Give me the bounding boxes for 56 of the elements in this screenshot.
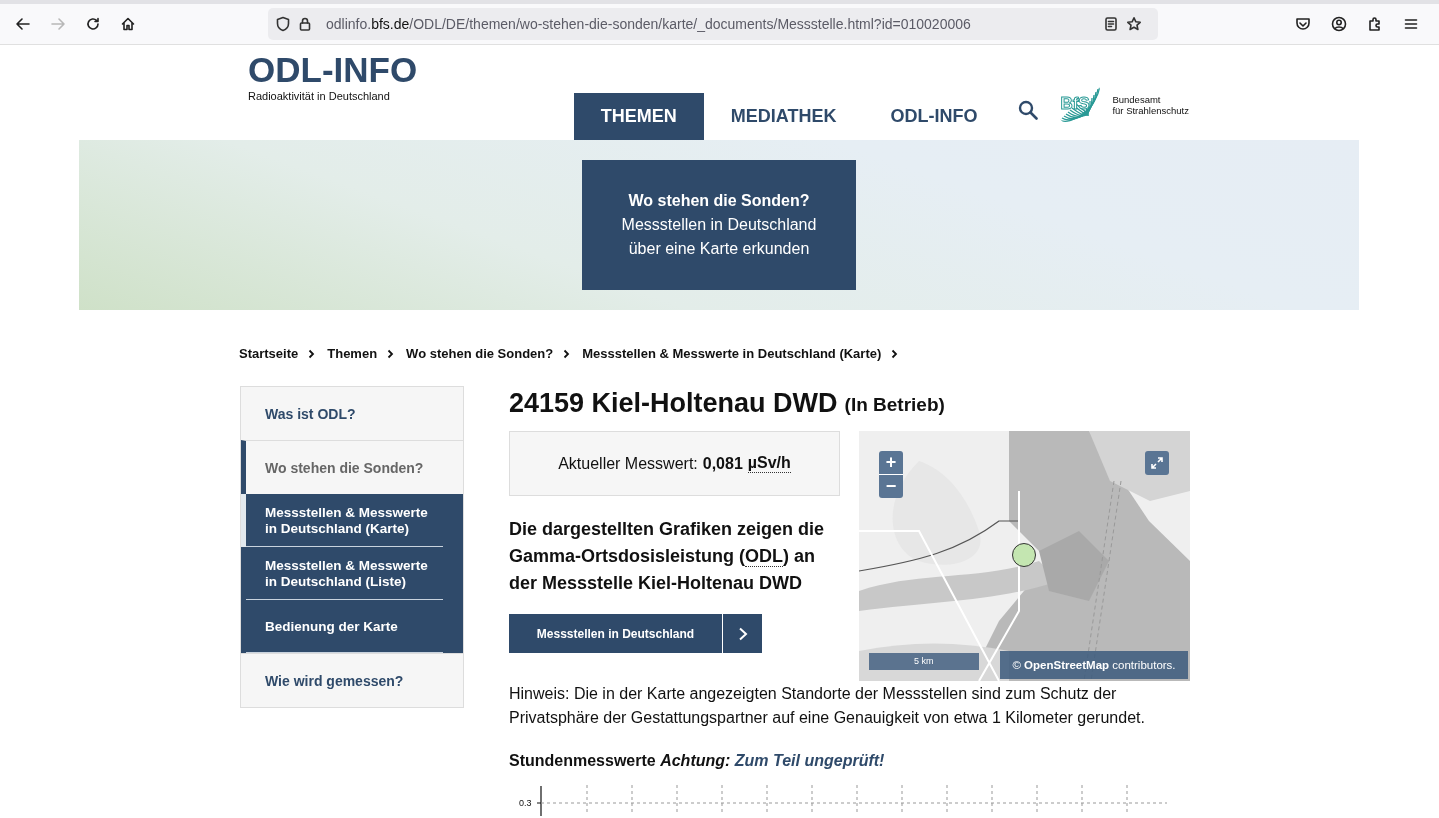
chevron-icon bbox=[563, 348, 571, 359]
nav-tab[interactable]: ODL-INFO bbox=[863, 93, 1005, 140]
back-icon[interactable] bbox=[15, 16, 31, 32]
sidebar-subitem[interactable]: Messstellen & Messwerte in Deutschland (Karte) bbox=[241, 494, 463, 547]
zoom-out-button[interactable]: − bbox=[879, 475, 903, 498]
reload-icon[interactable] bbox=[85, 16, 101, 32]
chevron-icon bbox=[387, 348, 395, 359]
pocket-icon[interactable] bbox=[1295, 16, 1311, 32]
measurement-label: Aktueller Messwert: bbox=[558, 454, 698, 473]
chevron-icon bbox=[308, 348, 316, 359]
sidebar-item[interactable]: Wie wird gemessen? bbox=[241, 653, 463, 707]
breadcrumb-link[interactable]: Themen bbox=[327, 346, 378, 361]
axis-tick-label: 0.3 bbox=[519, 798, 533, 808]
station-status: (In Betrieb) bbox=[844, 393, 945, 417]
lock-icon bbox=[298, 16, 312, 32]
site-logo-title[interactable]: ODL-INFO bbox=[248, 53, 418, 87]
search-icon[interactable] bbox=[1018, 100, 1039, 120]
expand-icon bbox=[1151, 457, 1163, 469]
attribution-link[interactable]: OpenStreetMap bbox=[1024, 659, 1110, 671]
url-text: odlinfo.bfs.de/ODL/DE/themen/wo-stehen-die-sonden/karte/_documents/Messstelle.html?id=010020006 bbox=[326, 16, 971, 32]
chevron-icon bbox=[737, 626, 748, 641]
overview-button[interactable]: Messstellen in Deutschland bbox=[509, 614, 762, 653]
partner-logo-text: Bundesamt für Strahlenschutz bbox=[1112, 93, 1189, 116]
chart-heading: Stundenmesswerte Achtung: Zum Teil ungeprüft! bbox=[509, 752, 886, 770]
sidebar-subitem[interactable]: Messstellen & Messwerte in Deutschland (Liste) bbox=[241, 547, 463, 600]
site-logo-subtitle: Radioaktivität in Deutschland bbox=[248, 90, 391, 102]
account-icon[interactable] bbox=[1331, 16, 1347, 32]
measurement-value: 0,081 bbox=[702, 454, 743, 473]
address-bar[interactable]: odlinfo.bfs.de/ODL/DE/themen/wo-stehen-die-sonden/karte/_documents/Messstelle.html?id=010020006 bbox=[268, 8, 1158, 40]
warning-link[interactable]: Zum Teil ungeprüft! bbox=[734, 752, 885, 769]
extensions-icon[interactable] bbox=[1367, 16, 1383, 32]
partner-logo-mark: BfS bbox=[1056, 79, 1107, 130]
map-attribution: © OpenStreetMap contributors. bbox=[1000, 651, 1188, 679]
station-title: 24159 Kiel-Holtenau DWD bbox=[509, 387, 838, 420]
menu-icon[interactable] bbox=[1403, 16, 1419, 32]
teaser-title: Wo stehen die Sonden? bbox=[627, 191, 811, 211]
fullscreen-button[interactable] bbox=[1145, 451, 1169, 475]
chevron-icon bbox=[891, 348, 899, 359]
scale-bar: 5 km bbox=[869, 653, 979, 670]
measurement-unit: µSv/h bbox=[747, 454, 791, 473]
nav-tab[interactable]: MEDIATHEK bbox=[703, 93, 864, 140]
shield-icon bbox=[276, 16, 290, 32]
hint-text: Hinweis: Die in der Karte angezeigten Standorte der Messstellen sind zum Schutz der Privatsphäre der Gestattungspartner auf eine Genauigkeit von etwa 1 Kilometer gerundet. bbox=[509, 684, 1146, 728]
star-icon[interactable] bbox=[1126, 16, 1142, 32]
reader-view-icon[interactable] bbox=[1104, 16, 1118, 32]
zoom-in-button[interactable]: + bbox=[879, 451, 903, 475]
home-icon[interactable] bbox=[120, 16, 136, 32]
sidebar-item[interactable]: Was ist ODL? bbox=[241, 387, 463, 440]
nav-tab[interactable]: THEMEN bbox=[573, 93, 704, 140]
intro-text: Die dargestellten Grafiken zeigen die Gamma-Ortsdosisleistung (ODL) an der Messstelle Kiel-Holtenau DWD bbox=[509, 518, 826, 595]
sidebar-subitem[interactable]: Bedienung der Karte bbox=[241, 600, 463, 653]
breadcrumb-link[interactable]: Startseite bbox=[239, 346, 299, 361]
breadcrumb-link[interactable]: Wo stehen die Sonden? bbox=[406, 346, 554, 361]
banner-teaser[interactable]: Wo stehen die Sonden? Messstellen in Deutschland über eine Karte erkunden bbox=[582, 160, 856, 290]
breadcrumb-link[interactable]: Messstellen & Messwerte in Deutschland (Karte) bbox=[582, 346, 882, 361]
teaser-text: Messstellen in Deutschland über eine Karte erkunden bbox=[620, 215, 818, 259]
